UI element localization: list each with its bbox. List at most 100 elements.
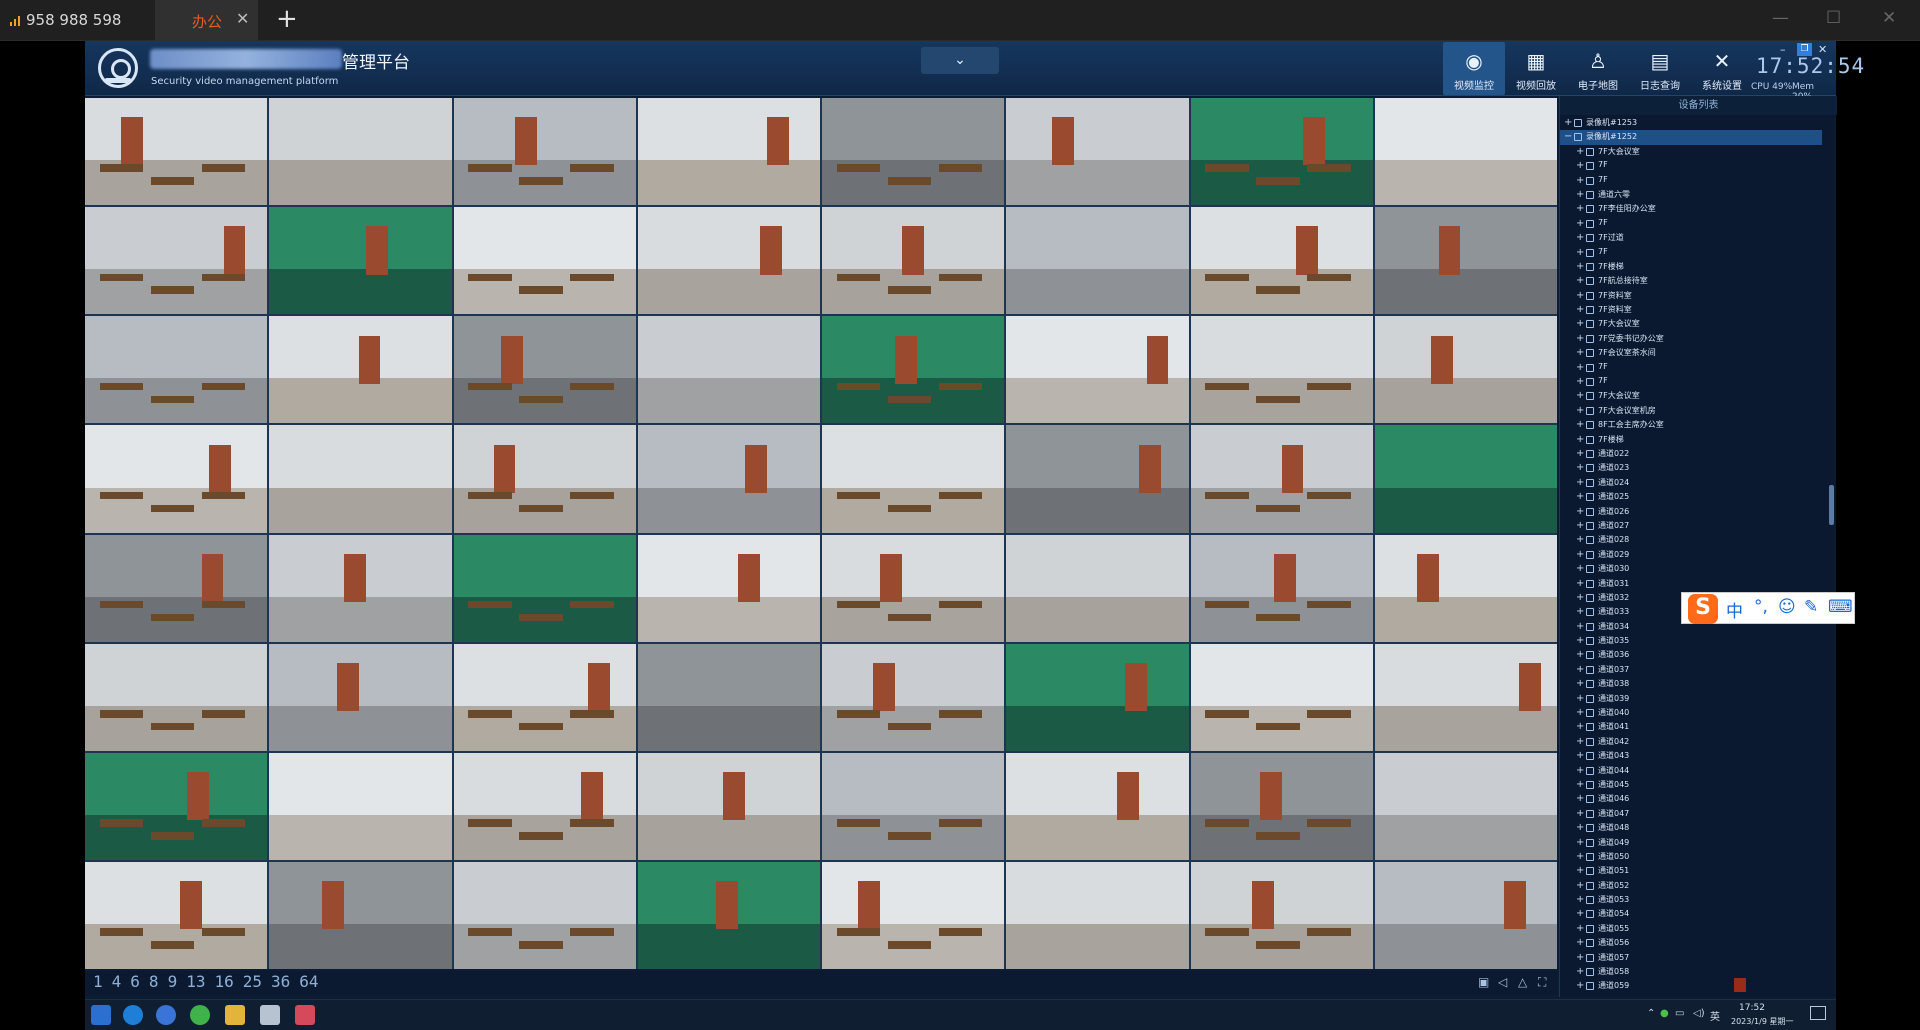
tree-expander-icon[interactable]: + [1576, 850, 1584, 863]
camera-tile[interactable] [453, 425, 636, 533]
notification-icon[interactable] [1810, 1006, 1826, 1020]
taskbar-date[interactable]: 2023/1/9 星期一 [1731, 1016, 1793, 1027]
tree-expander-icon[interactable]: + [1576, 246, 1584, 259]
camera-tile[interactable] [85, 98, 268, 206]
tree-expander-icon[interactable]: + [1576, 893, 1584, 906]
camera-tile[interactable] [1006, 316, 1189, 424]
camera-tile[interactable] [1190, 207, 1373, 315]
camera-tile[interactable] [637, 861, 820, 969]
keyboard-icon[interactable]: ⌨ [1828, 597, 1853, 617]
tree-expander-icon[interactable]: + [1576, 979, 1584, 992]
camera-tile[interactable] [453, 643, 636, 751]
tree-expander-icon[interactable]: + [1576, 706, 1584, 719]
tree-expander-icon[interactable]: + [1576, 188, 1584, 201]
camera-tile[interactable] [1190, 643, 1373, 751]
channel-node[interactable]: +8F工会主席办公室 [1560, 418, 1822, 432]
channel-node[interactable]: + 通道024 [1560, 476, 1822, 490]
layout-option-16[interactable]: 16 [214, 972, 233, 991]
tree-expander-icon[interactable]: + [1576, 778, 1584, 791]
channel-node[interactable]: + 通道042 [1560, 735, 1822, 749]
tree-expander-icon[interactable]: + [1576, 692, 1584, 705]
tree-expander-icon[interactable]: + [1576, 965, 1584, 978]
camera-tile[interactable] [822, 643, 1005, 751]
tree-expander-icon[interactable]: + [1576, 677, 1584, 690]
layout-option-25[interactable]: 25 [243, 972, 262, 991]
camera-tile[interactable] [453, 207, 636, 315]
handwriting-icon[interactable]: ✎ [1804, 597, 1818, 617]
channel-node[interactable]: + 通道043 [1560, 749, 1822, 763]
channel-node[interactable]: + 通道036 [1560, 648, 1822, 662]
channel-node[interactable]: + 通道049 [1560, 836, 1822, 850]
channel-node[interactable]: + 通道046 [1560, 792, 1822, 806]
camera-tile[interactable] [1374, 425, 1557, 533]
channel-node[interactable]: + 通道022 [1560, 447, 1822, 461]
nav-video-monitor[interactable]: ◉ 视频监控 [1443, 42, 1505, 95]
tree-expander-icon[interactable]: + [1576, 907, 1584, 920]
tree-expander-icon[interactable]: + [1576, 879, 1584, 892]
input-language[interactable]: 英 [1710, 1008, 1720, 1023]
channel-node[interactable]: +7F航总接待室 [1560, 274, 1822, 288]
tree-expander-icon[interactable]: + [1576, 519, 1584, 532]
vms-icon[interactable] [295, 1005, 315, 1025]
camera-tile[interactable] [822, 534, 1005, 642]
tree-expander-icon[interactable]: + [1576, 447, 1584, 460]
layout-option-1[interactable]: 1 [93, 972, 103, 991]
rdp-icon[interactable] [260, 1005, 280, 1025]
camera-tile[interactable] [637, 316, 820, 424]
camera-tile[interactable] [453, 861, 636, 969]
tree-expander-icon[interactable]: + [1576, 936, 1584, 949]
tree-expander-icon[interactable]: + [1576, 274, 1584, 287]
tree-expander-icon[interactable]: + [1576, 951, 1584, 964]
camera-tile[interactable] [269, 316, 452, 424]
maximize-button[interactable]: ☐ [1826, 8, 1841, 28]
nav-system-settings[interactable]: ✕ 系统设置 [1691, 42, 1753, 95]
channel-node[interactable]: + 通道027 [1560, 519, 1822, 533]
tree-expander-icon[interactable]: + [1576, 634, 1584, 647]
channel-node[interactable]: +7F会议室茶水间 [1560, 346, 1822, 360]
channel-node[interactable]: + 通道025 [1560, 490, 1822, 504]
camera-tile[interactable] [1374, 752, 1557, 860]
tree-expander-icon[interactable]: + [1576, 836, 1584, 849]
camera-tile[interactable] [1190, 98, 1373, 206]
camera-tile[interactable] [269, 425, 452, 533]
layout-option-64[interactable]: 64 [299, 972, 318, 991]
camera-tile[interactable] [1374, 534, 1557, 642]
channel-node[interactable]: +7F [1560, 159, 1822, 173]
camera-tile[interactable] [453, 316, 636, 424]
camera-tile[interactable] [1374, 316, 1557, 424]
channel-node[interactable]: + 通道031 [1560, 577, 1822, 591]
camera-tile[interactable] [453, 752, 636, 860]
camera-tile[interactable] [1006, 643, 1189, 751]
tray-expand-icon[interactable]: ⌃ [1647, 1008, 1655, 1019]
tree-expander-icon[interactable]: + [1576, 648, 1584, 661]
camera-tile[interactable] [637, 207, 820, 315]
new-tab-button[interactable]: + [276, 4, 298, 34]
tree-expander-icon[interactable]: + [1576, 361, 1584, 374]
tree-expander-icon[interactable]: + [1576, 720, 1584, 733]
nav-log-query[interactable]: ▤ 日志查询 [1629, 42, 1691, 95]
channel-node[interactable]: +7F过道 [1560, 231, 1822, 245]
tab-title[interactable]: 办公 [192, 11, 222, 32]
camera-tile[interactable] [1190, 752, 1373, 860]
tree-expander-icon[interactable]: + [1576, 317, 1584, 330]
camera-tile[interactable] [269, 861, 452, 969]
tree-expander-icon[interactable]: + [1576, 821, 1584, 834]
channel-node[interactable]: + 通道030 [1560, 562, 1822, 576]
tree-expander-icon[interactable]: + [1576, 591, 1584, 604]
tree-expander-icon[interactable]: − [1564, 130, 1572, 143]
wechat-icon[interactable] [190, 1005, 210, 1025]
channel-node[interactable]: + 通道051 [1560, 864, 1822, 878]
camera-tile[interactable] [85, 425, 268, 533]
camera-tile[interactable] [1190, 861, 1373, 969]
browser-icon[interactable] [156, 1005, 176, 1025]
channel-node[interactable]: +7F资料室 [1560, 303, 1822, 317]
tree-expander-icon[interactable]: + [1576, 476, 1584, 489]
channel-node[interactable]: + 通道056 [1560, 936, 1822, 950]
camera-tile[interactable] [269, 643, 452, 751]
tree-expander-icon[interactable]: + [1576, 461, 1584, 474]
camera-tile[interactable] [1190, 316, 1373, 424]
close-button[interactable]: ✕ [1882, 8, 1896, 28]
camera-tile[interactable] [1006, 752, 1189, 860]
fullscreen-icon[interactable]: ⛶ [1538, 975, 1546, 990]
taskbar-time[interactable]: 17:52 [1727, 1003, 1777, 1013]
